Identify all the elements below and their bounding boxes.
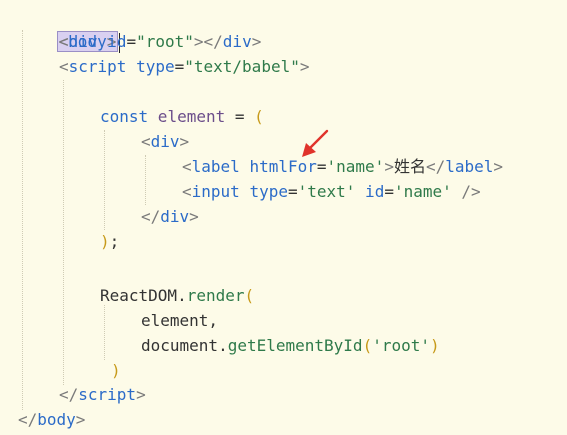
- code-token: </: [141, 207, 161, 226]
- code-token: >: [299, 57, 310, 76]
- code-token: 'root': [372, 336, 430, 355]
- code-line-div-close[interactable]: </div>: [141, 204, 199, 229]
- code-line-label[interactable]: <label htmlFor='name'>姓名</label>: [182, 154, 503, 179]
- code-token: ReactDOM: [100, 286, 178, 305]
- code-token: div: [160, 207, 190, 226]
- code-token: type: [239, 182, 288, 201]
- code-token: 'text': [297, 182, 356, 201]
- code-token: <: [182, 182, 192, 201]
- code-token: id: [355, 182, 385, 201]
- code-token: </: [203, 32, 223, 51]
- code-token: ): [430, 336, 440, 355]
- code-token: "root": [136, 32, 194, 51]
- code-token: label: [191, 157, 240, 176]
- code-line-body-open[interactable]: <body>: [18, 4, 121, 53]
- code-line-element-arg[interactable]: element,: [141, 308, 218, 333]
- code-token: </: [18, 410, 38, 429]
- code-token: >: [384, 157, 394, 176]
- code-token: >: [189, 207, 199, 226]
- indent-guide: [145, 155, 146, 205]
- code-token: getElementById: [227, 336, 363, 355]
- code-token: 'name': [326, 157, 385, 176]
- code-token: div: [68, 32, 98, 51]
- code-token: =: [126, 32, 137, 51]
- code-line-script-close[interactable]: </script>: [59, 382, 146, 407]
- code-token: label: [445, 157, 494, 176]
- code-token: "text/babel": [184, 57, 300, 76]
- indent-guide: [104, 305, 105, 360]
- code-token: .: [218, 336, 228, 355]
- code-token: input: [191, 182, 240, 201]
- code-token: ): [100, 232, 110, 251]
- code-line-close-paren[interactable]: );: [100, 229, 119, 254]
- code-token: <: [59, 32, 69, 51]
- code-line-input[interactable]: <input type='text' id='name' />: [182, 179, 481, 204]
- code-line-div-root[interactable]: <div id="root"></div>: [59, 29, 261, 54]
- code-token: 'name': [393, 182, 452, 201]
- code-token: element,: [141, 311, 219, 330]
- indent-guide: [104, 130, 105, 230]
- code-token: >: [193, 32, 204, 51]
- code-token: >: [251, 32, 262, 51]
- code-token: >: [179, 132, 190, 151]
- code-token: (: [254, 107, 264, 126]
- code-token: element: [148, 107, 226, 126]
- code-token: (: [244, 286, 255, 305]
- code-token: script: [78, 385, 137, 404]
- code-token: ): [111, 361, 121, 380]
- code-token: <: [141, 132, 151, 151]
- code-token: body: [37, 410, 76, 429]
- code-line-render[interactable]: ReactDOM.render(: [100, 283, 254, 308]
- code-token: .: [177, 286, 187, 305]
- code-token: >: [136, 385, 146, 404]
- code-token: id: [97, 32, 127, 51]
- code-token: document: [141, 336, 219, 355]
- code-token: render: [186, 286, 245, 305]
- code-token: =: [287, 182, 298, 201]
- code-token: div: [150, 132, 180, 151]
- indent-guide: [22, 30, 23, 410]
- code-editor[interactable]: <body> <div id="root"></div> <script typ…: [0, 0, 567, 435]
- code-token: <: [182, 157, 192, 176]
- code-token: >: [493, 157, 504, 176]
- code-token: </: [425, 157, 446, 176]
- code-token: ;: [109, 232, 120, 251]
- code-token: (: [362, 336, 373, 355]
- code-token: const: [100, 107, 149, 126]
- code-token: type: [126, 57, 175, 76]
- code-line-script-open[interactable]: <script type="text/babel">: [59, 54, 309, 79]
- code-token: div: [222, 32, 252, 51]
- red-arrow-icon: [302, 129, 329, 157]
- code-token: =: [225, 107, 255, 126]
- code-token: </: [59, 385, 79, 404]
- code-line-render-close[interactable]: ): [111, 358, 121, 383]
- code-token: script: [68, 57, 127, 76]
- code-token: =: [174, 57, 185, 76]
- code-line-const-element[interactable]: const element = (: [100, 104, 264, 129]
- code-token: />: [451, 182, 481, 201]
- code-line-div-open[interactable]: <div>: [141, 129, 189, 154]
- code-token: 姓名: [393, 157, 426, 176]
- code-line-body-close[interactable]: </body>: [18, 407, 85, 432]
- code-line-document-arg[interactable]: document.getElementById('root'): [141, 333, 440, 358]
- code-token: >: [75, 410, 86, 429]
- code-token: <: [59, 57, 69, 76]
- code-token: =: [384, 182, 394, 201]
- indent-guide: [63, 80, 64, 385]
